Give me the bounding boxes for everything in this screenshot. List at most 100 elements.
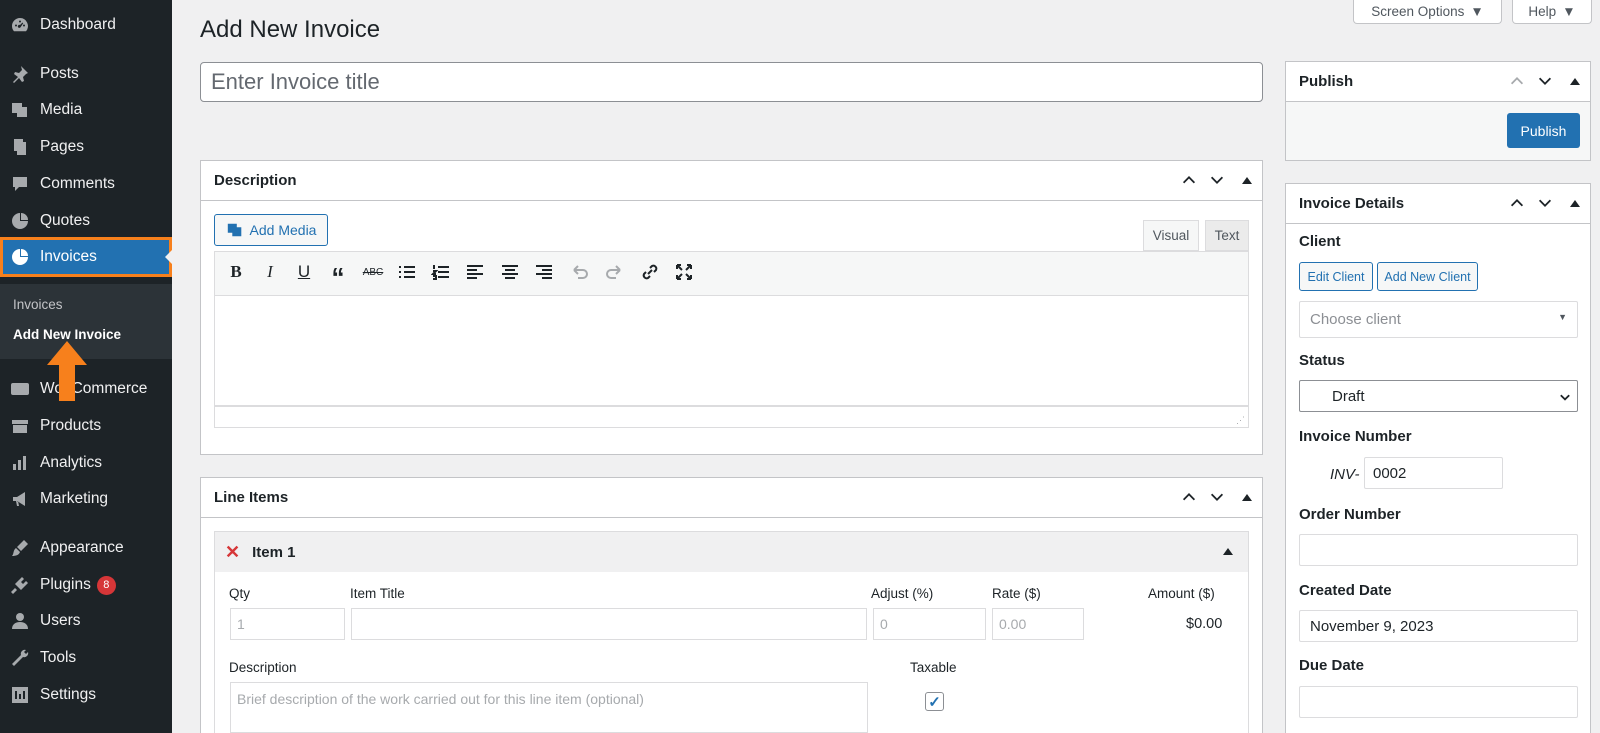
sidebar-item-plugins[interactable]: Plugins 8 (0, 568, 172, 602)
sidebar-item-pages[interactable]: Pages (0, 130, 172, 164)
sidebar-item-posts[interactable]: Posts (0, 57, 172, 91)
chevron-up-icon[interactable] (1180, 171, 1198, 189)
submenu-item-add-new-invoice[interactable]: Add New Invoice (13, 327, 121, 342)
line-items-box-header: Line Items (201, 478, 1262, 518)
chevron-down-icon[interactable] (1208, 171, 1226, 189)
sidebar-item-users[interactable]: Users (0, 604, 172, 638)
invoice-details-box-header: Invoice Details (1286, 184, 1590, 224)
plugin-icon (0, 575, 40, 595)
blockquote-icon[interactable]: “ (327, 261, 349, 292)
sidebar-item-label: Pages (40, 138, 84, 155)
invoice-number-input[interactable]: 0002 (1364, 457, 1503, 489)
sidebar-item-media[interactable]: Media (0, 93, 172, 127)
underline-icon[interactable]: U (293, 261, 315, 283)
remove-item-icon[interactable]: ✕ (225, 542, 240, 563)
toggle-panel-icon[interactable] (1570, 199, 1580, 207)
tab-visual[interactable]: Visual (1143, 220, 1199, 251)
qty-input[interactable]: 1 (230, 608, 345, 640)
taxable-checkbox[interactable]: ✓ (925, 692, 944, 711)
status-select[interactable]: Draft (1299, 380, 1578, 412)
sidebar-item-label: Comments (40, 175, 115, 192)
chart-bar-icon (0, 453, 40, 473)
sidebar-item-marketing[interactable]: Marketing (0, 482, 172, 516)
line-item-header[interactable]: ✕ Item 1 (215, 532, 1248, 572)
toggle-panel-icon[interactable] (1570, 77, 1580, 85)
numbered-list-icon[interactable] (430, 261, 452, 283)
add-new-client-button[interactable]: Add New Client (1377, 262, 1478, 291)
sidebar-item-invoices[interactable]: Invoices (0, 237, 173, 277)
sidebar-item-label: Users (40, 612, 81, 629)
sidebar-item-settings[interactable]: Settings (0, 678, 172, 712)
item-description-textarea[interactable]: Brief description of the work carried ou… (230, 682, 868, 733)
qty-label: Qty (229, 586, 251, 601)
editor-statusbar: ⋰ (214, 406, 1249, 428)
add-media-label: Add Media (249, 222, 317, 238)
sidebar-item-label: Dashboard (40, 16, 116, 33)
sidebar-item-analytics[interactable]: Analytics (0, 446, 172, 480)
italic-icon[interactable]: I (259, 261, 281, 283)
pin-icon (0, 64, 40, 84)
align-right-icon[interactable] (533, 261, 555, 283)
strikethrough-icon[interactable]: ABC (362, 261, 384, 283)
item-title-input[interactable] (351, 608, 867, 640)
sidebar-item-label: Analytics (40, 454, 103, 471)
sidebar-item-label: Plugins (40, 576, 91, 593)
align-center-icon[interactable] (499, 261, 521, 283)
redo-icon[interactable] (603, 261, 625, 283)
chevron-down-icon[interactable] (1536, 72, 1554, 90)
created-date-label: Created Date (1299, 582, 1392, 599)
order-number-input[interactable] (1299, 534, 1578, 566)
invoice-number-prefix: INV- (1330, 466, 1360, 483)
bullet-list-icon[interactable] (396, 261, 418, 283)
publish-button[interactable]: Publish (1507, 113, 1580, 148)
invoice-title-input[interactable] (200, 62, 1263, 102)
publish-box: Publish Publish (1285, 61, 1591, 161)
client-label: Client (1299, 233, 1341, 250)
client-select[interactable]: Choose client ▼ (1299, 301, 1578, 338)
chevron-down-icon[interactable] (1208, 488, 1226, 506)
sidebar-item-dashboard[interactable]: Dashboard (0, 8, 172, 42)
sidebar-item-quotes[interactable]: Quotes (0, 204, 172, 238)
edit-client-button[interactable]: Edit Client (1299, 262, 1373, 291)
editor-content-area[interactable] (214, 296, 1249, 406)
rate-label: Rate ($) (992, 586, 1041, 601)
undo-icon[interactable] (569, 261, 591, 283)
tab-text[interactable]: Text (1205, 220, 1249, 251)
sidebar-item-comments[interactable]: Comments (0, 167, 172, 201)
link-icon[interactable] (639, 261, 661, 283)
help-button[interactable]: Help ▼ (1512, 0, 1592, 24)
sidebar-item-tools[interactable]: Tools (0, 641, 172, 675)
created-date-input[interactable]: November 9, 2023 (1299, 610, 1578, 642)
adjust-input[interactable]: 0 (873, 608, 986, 640)
bold-icon[interactable]: B (225, 261, 247, 283)
taxable-label: Taxable (910, 660, 957, 675)
order-number-label: Order Number (1299, 506, 1401, 523)
toggle-panel-icon[interactable] (1242, 493, 1252, 501)
collapse-item-icon[interactable] (1223, 548, 1233, 555)
sidebar-item-label: Settings (40, 686, 97, 703)
amount-value: $0.00 (1186, 616, 1223, 632)
publish-box-header: Publish (1286, 62, 1590, 102)
chevron-up-icon[interactable] (1508, 72, 1526, 90)
align-left-icon[interactable] (464, 261, 486, 283)
submenu-item-invoices[interactable]: Invoices (13, 297, 63, 312)
chevron-up-icon[interactable] (1180, 488, 1198, 506)
pie-icon (0, 247, 40, 267)
sidebar-item-label: Media (40, 101, 83, 118)
chevron-up-icon[interactable] (1508, 194, 1526, 212)
add-media-button[interactable]: Add Media (214, 214, 328, 246)
sidebar-item-products[interactable]: Products (0, 409, 172, 443)
fullscreen-icon[interactable] (673, 261, 695, 283)
rate-input[interactable]: 0.00 (992, 608, 1084, 640)
chevron-down-icon[interactable] (1536, 194, 1554, 212)
resize-handle-icon[interactable]: ⋰ (1236, 415, 1245, 426)
screen-options-button[interactable]: Screen Options ▼ (1353, 0, 1502, 24)
toggle-panel-icon[interactable] (1242, 176, 1252, 184)
sidebar-item-label: Posts (40, 65, 79, 82)
page-title: Add New Invoice (200, 16, 381, 43)
chevron-down-icon (1560, 394, 1570, 401)
due-date-input[interactable] (1299, 686, 1578, 718)
sidebar-item-label: Invoices (40, 248, 97, 265)
sidebar-item-appearance[interactable]: Appearance (0, 531, 172, 565)
user-icon (0, 611, 40, 631)
